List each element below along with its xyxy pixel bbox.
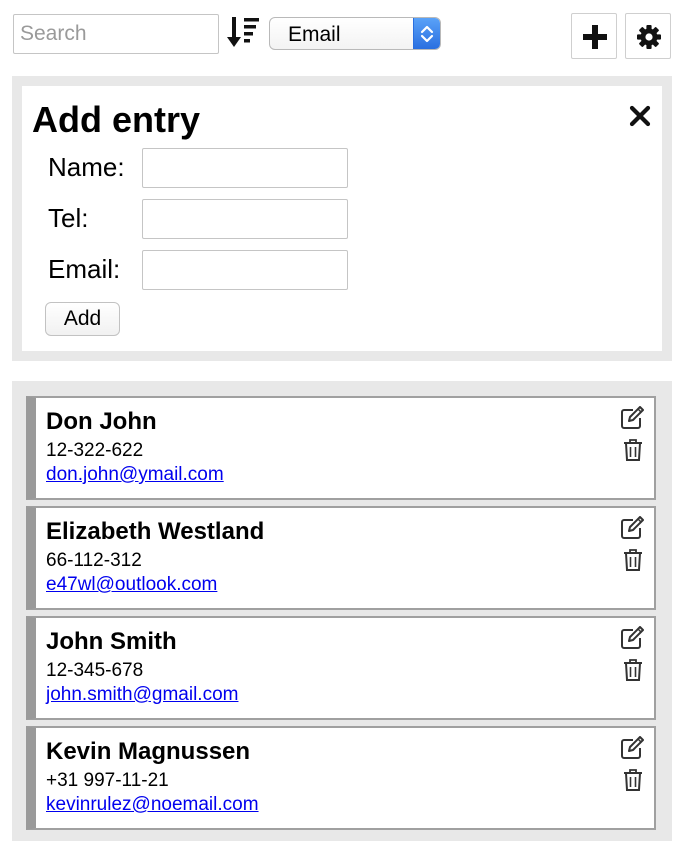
add-entry-panel: Add entry Name: Tel: Email: Add [12, 76, 672, 361]
contact-card: Elizabeth Westland 66-112-312 e47wl@outl… [26, 506, 656, 610]
sort-field-select[interactable]: Email [269, 17, 441, 50]
contacts-list: Don John 12-322-622 don.john@ymail.com E… [12, 381, 672, 841]
chevron-up-down-icon [413, 18, 440, 49]
contact-name: John Smith [46, 628, 177, 655]
contact-email-link[interactable]: john.smith@gmail.com [46, 684, 238, 706]
close-icon[interactable] [628, 104, 652, 128]
name-field[interactable] [142, 148, 348, 188]
sort-field-value: Email [288, 23, 341, 46]
contact-tel: 12-345-678 [46, 660, 144, 681]
edit-icon[interactable] [620, 406, 646, 430]
contact-tel: 12-322-622 [46, 440, 144, 461]
contact-email-link[interactable]: e47wl@outlook.com [46, 574, 217, 596]
contact-name: Kevin Magnussen [46, 738, 251, 765]
search-input[interactable] [13, 14, 219, 54]
trash-icon[interactable] [623, 438, 643, 462]
trash-icon[interactable] [623, 768, 643, 792]
sort-descending-icon[interactable] [226, 14, 264, 52]
email-label: Email: [48, 254, 121, 284]
tel-field[interactable] [142, 199, 348, 239]
contact-card: John Smith 12-345-678 john.smith@gmail.c… [26, 616, 656, 720]
contact-tel: 66-112-312 [46, 550, 142, 571]
tel-label: Tel: [48, 203, 89, 233]
edit-icon[interactable] [620, 736, 646, 760]
edit-icon[interactable] [620, 626, 646, 650]
add-entry-title: Add entry [32, 99, 201, 140]
edit-icon[interactable] [620, 516, 646, 540]
contact-card: Kevin Magnussen +31 997-11-21 kevinrulez… [26, 726, 656, 830]
contact-name: Elizabeth Westland [46, 518, 265, 545]
add-entry-form: Add entry Name: Tel: Email: Add [22, 86, 662, 351]
add-entry-submit-button[interactable]: Add [45, 302, 120, 336]
trash-icon[interactable] [623, 548, 643, 572]
settings-button[interactable] [625, 13, 671, 59]
contact-email-link[interactable]: don.john@ymail.com [46, 464, 224, 486]
toolbar: Email [0, 0, 678, 70]
add-button[interactable] [571, 13, 617, 59]
contact-email-link[interactable]: kevinrulez@noemail.com [46, 794, 259, 816]
trash-icon[interactable] [623, 658, 643, 682]
contact-tel: +31 997-11-21 [46, 770, 169, 791]
contact-card: Don John 12-322-622 don.john@ymail.com [26, 396, 656, 500]
name-label: Name: [48, 152, 125, 182]
email-field[interactable] [142, 250, 348, 290]
contact-name: Don John [46, 408, 157, 435]
